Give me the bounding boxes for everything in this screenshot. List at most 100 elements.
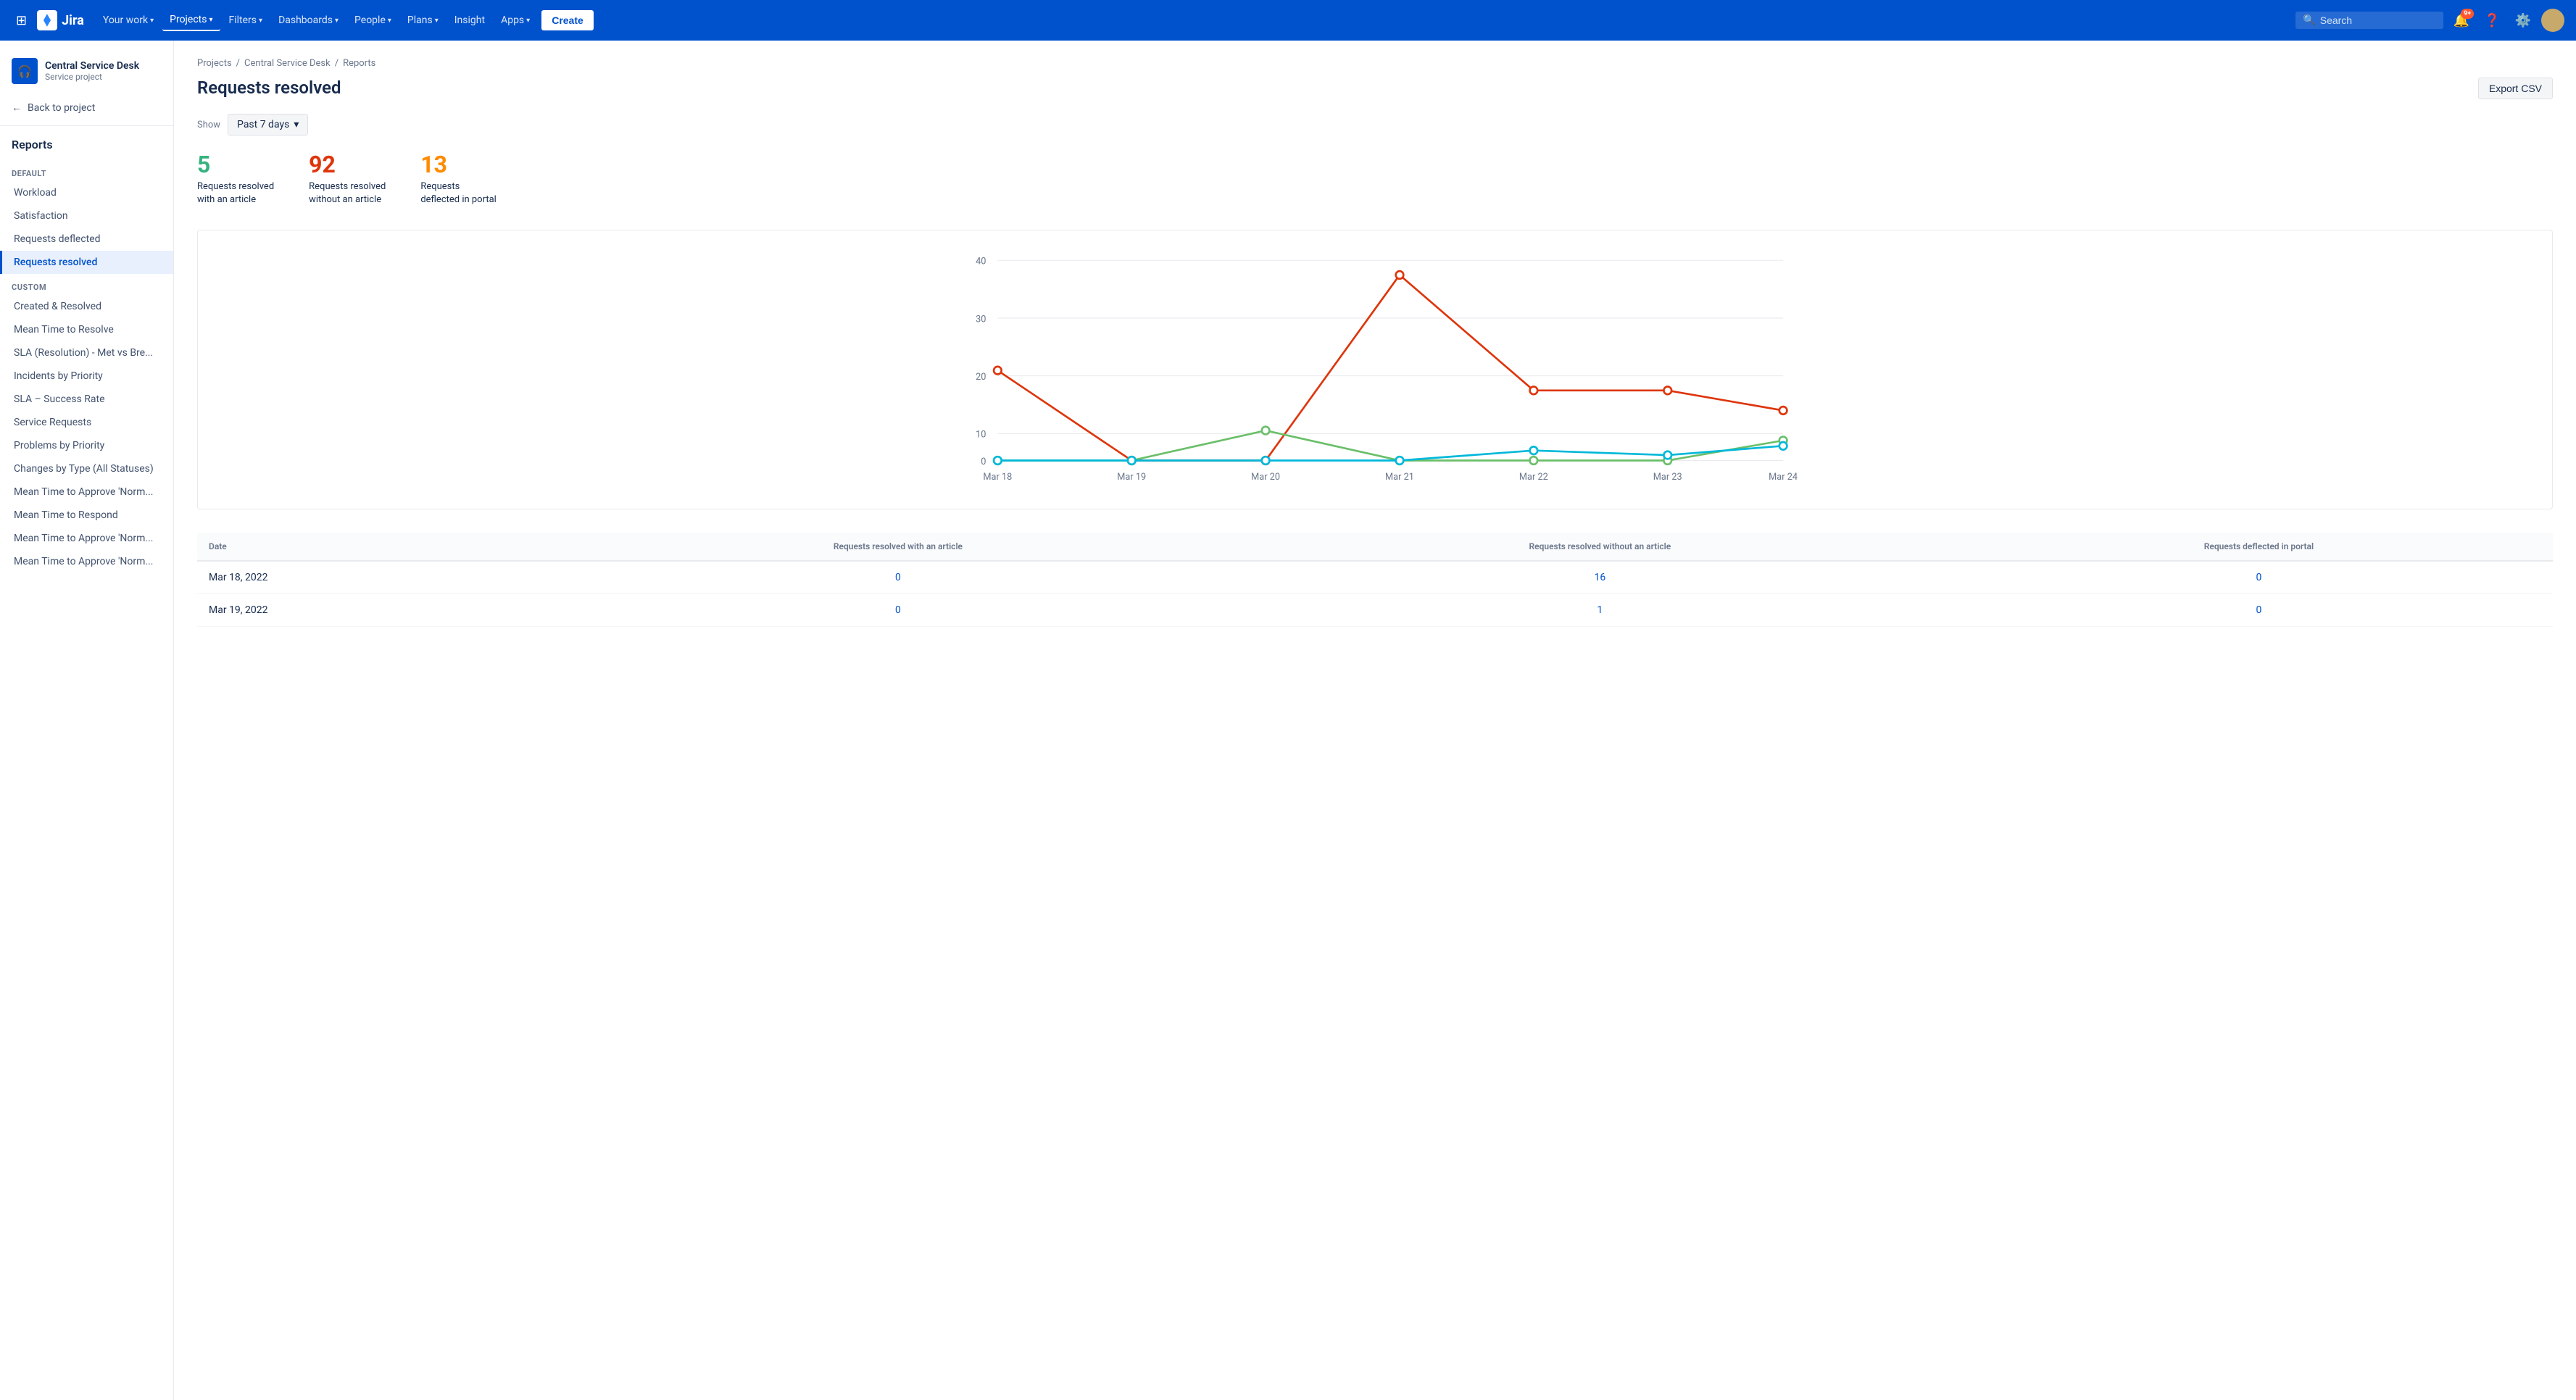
topnav: ⊞ Jira Your work ▾ Projects ▾ Filters ▾ … <box>0 0 2576 41</box>
breadcrumb: Projects / Central Service Desk / Report… <box>197 58 2553 69</box>
search-input[interactable] <box>2320 14 2436 26</box>
main-content: Projects / Central Service Desk / Report… <box>174 41 2576 1400</box>
show-label: Show <box>197 120 220 130</box>
svg-text:Mar 18: Mar 18 <box>983 472 1012 483</box>
svg-text:Mar 22: Mar 22 <box>1519 472 1548 483</box>
notification-badge: 9+ <box>2461 9 2474 20</box>
nav-plans[interactable]: Plans ▾ <box>400 10 446 30</box>
svg-text:Mar 19: Mar 19 <box>1117 472 1146 483</box>
nav-filters[interactable]: Filters ▾ <box>222 10 270 30</box>
search-icon: 🔍 <box>2303 14 2315 26</box>
search-box[interactable]: 🔍 <box>2295 12 2443 29</box>
sidebar-item-requests-resolved[interactable]: Requests resolved <box>0 251 173 274</box>
col-deflected: Requests deflected in portal <box>1965 533 2553 561</box>
project-name: Central Service Desk <box>45 60 139 72</box>
breadcrumb-projects[interactable]: Projects <box>197 58 232 69</box>
sidebar-reports-title: Reports <box>0 132 173 160</box>
nav-people[interactable]: People ▾ <box>347 10 399 30</box>
sidebar-item-created-resolved[interactable]: Created & Resolved <box>0 295 173 318</box>
svg-text:Mar 20: Mar 20 <box>1251 472 1280 483</box>
project-info: Central Service Desk Service project <box>45 60 139 83</box>
nav-dashboards[interactable]: Dashboards ▾ <box>271 10 346 30</box>
sidebar-item-workload[interactable]: Workload <box>0 181 173 204</box>
cell-with-article-1: 0 <box>561 561 1235 594</box>
svg-text:20: 20 <box>976 372 986 383</box>
stats-row: 5 Requests resolvedwith an article 92 Re… <box>197 153 2553 207</box>
project-type: Service project <box>45 72 139 82</box>
back-to-project[interactable]: ← Back to project <box>0 96 173 120</box>
table-body: Mar 18, 2022 0 16 0 Mar 19, 2022 0 1 0 <box>197 561 2553 627</box>
svg-text:10: 10 <box>976 430 986 441</box>
sidebar-item-sla-resolution[interactable]: SLA (Resolution) - Met vs Bre... <box>0 341 173 364</box>
export-csv-button[interactable]: Export CSV <box>2478 78 2553 99</box>
sidebar-item-service-requests[interactable]: Service Requests <box>0 411 173 434</box>
jira-logo-icon <box>37 10 57 30</box>
breadcrumb-reports: Reports <box>343 58 375 69</box>
breadcrumb-sep-1: / <box>236 58 240 69</box>
project-icon: 🎧 <box>12 58 38 84</box>
sidebar-divider-1 <box>0 125 173 126</box>
create-button[interactable]: Create <box>541 10 594 30</box>
sidebar-item-mean-respond[interactable]: Mean Time to Respond <box>0 504 173 527</box>
stat-deflected: 13 Requestsdeflected in portal <box>420 153 496 207</box>
sidebar-item-changes-type[interactable]: Changes by Type (All Statuses) <box>0 457 173 480</box>
chart-container: 40 30 20 10 0 <box>197 230 2553 509</box>
chevron-down-icon: ▾ <box>526 17 530 25</box>
sidebar-project: 🎧 Central Service Desk Service project <box>0 52 173 96</box>
chevron-down-icon: ▾ <box>209 16 212 24</box>
stat-with-article: 5 Requests resolvedwith an article <box>197 153 274 207</box>
notifications-button[interactable]: 🔔 9+ <box>2449 9 2474 33</box>
chevron-down-icon: ▾ <box>335 17 338 25</box>
grid-icon[interactable]: ⊞ <box>12 9 31 33</box>
breadcrumb-sep-2: / <box>335 58 338 69</box>
stat-label-deflected: Requestsdeflected in portal <box>420 180 496 207</box>
topnav-right: 🔍 🔔 9+ ❓ ⚙️ <box>2295 9 2564 33</box>
stat-without-article: 92 Requests resolvedwithout an article <box>309 153 386 207</box>
cell-date-2: Mar 19, 2022 <box>197 594 561 627</box>
sidebar-item-sla-success[interactable]: SLA – Success Rate <box>0 388 173 411</box>
stat-number-without-article: 92 <box>309 153 386 176</box>
cell-without-article-1: 16 <box>1235 561 1965 594</box>
sidebar-item-mean-approve-3[interactable]: Mean Time to Approve 'Norm... <box>0 550 173 573</box>
show-dropdown[interactable]: Past 7 days ▾ <box>228 114 308 136</box>
stat-number-deflected: 13 <box>420 153 496 176</box>
stat-label-without-article: Requests resolvedwithout an article <box>309 180 386 207</box>
table-row: Mar 19, 2022 0 1 0 <box>197 594 2553 627</box>
table-header: Date Requests resolved with an article R… <box>197 533 2553 561</box>
col-without-article: Requests resolved without an article <box>1235 533 1965 561</box>
nav-projects[interactable]: Projects ▾ <box>162 9 220 31</box>
requests-chart: 40 30 20 10 0 <box>212 245 2538 491</box>
stat-number-with-article: 5 <box>197 153 274 176</box>
table-row: Mar 18, 2022 0 16 0 <box>197 561 2553 594</box>
cell-deflected-1: 0 <box>1965 561 2553 594</box>
data-table: Date Requests resolved with an article R… <box>197 533 2553 627</box>
svg-text:Mar 21: Mar 21 <box>1385 472 1414 483</box>
sidebar-item-problems-priority[interactable]: Problems by Priority <box>0 434 173 457</box>
stat-label-with-article: Requests resolvedwith an article <box>197 180 274 207</box>
settings-button[interactable]: ⚙️ <box>2511 9 2535 33</box>
svg-text:30: 30 <box>976 314 986 325</box>
cell-with-article-2: 0 <box>561 594 1235 627</box>
sidebar-item-requests-deflected[interactable]: Requests deflected <box>0 228 173 251</box>
logo[interactable]: Jira <box>37 10 84 30</box>
sidebar-item-mean-time-resolve[interactable]: Mean Time to Resolve <box>0 318 173 341</box>
nav-insight[interactable]: Insight <box>447 10 492 30</box>
sidebar-custom-section: CUSTOM <box>0 274 173 295</box>
nav-your-work[interactable]: Your work ▾ <box>96 10 161 30</box>
svg-text:40: 40 <box>976 257 986 267</box>
chevron-down-icon: ▾ <box>388 17 391 25</box>
svg-text:Mar 23: Mar 23 <box>1653 472 1682 483</box>
col-with-article: Requests resolved with an article <box>561 533 1235 561</box>
help-button[interactable]: ❓ <box>2480 9 2504 33</box>
chevron-down-icon: ▾ <box>150 17 154 25</box>
sidebar-item-mean-approve-2[interactable]: Mean Time to Approve 'Norm... <box>0 527 173 550</box>
sidebar-item-incidents-priority[interactable]: Incidents by Priority <box>0 364 173 388</box>
chevron-down-icon: ▾ <box>259 17 262 25</box>
sidebar-item-mean-approve-1[interactable]: Mean Time to Approve 'Norm... <box>0 480 173 504</box>
chevron-down-icon: ▾ <box>294 119 299 130</box>
sidebar-item-satisfaction[interactable]: Satisfaction <box>0 204 173 228</box>
table-header-row: Date Requests resolved with an article R… <box>197 533 2553 561</box>
nav-apps[interactable]: Apps ▾ <box>494 10 537 30</box>
breadcrumb-central-service-desk[interactable]: Central Service Desk <box>244 58 331 69</box>
avatar[interactable] <box>2541 9 2564 32</box>
